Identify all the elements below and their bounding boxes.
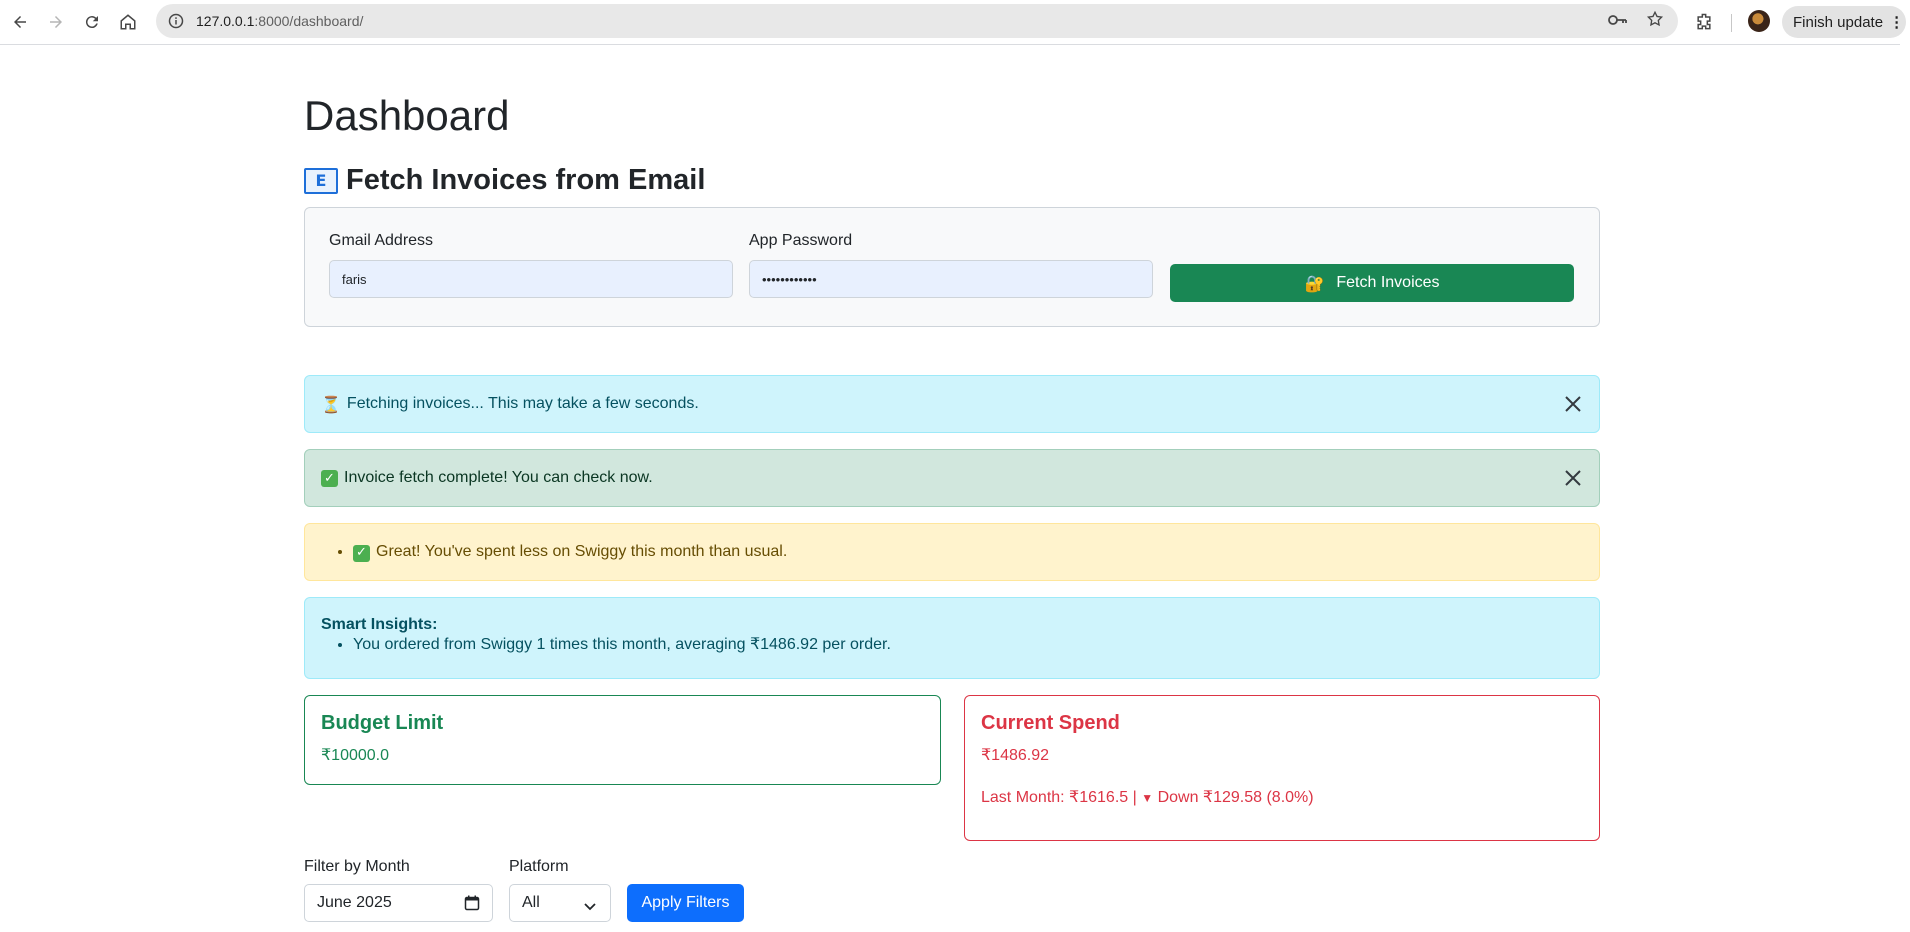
insights-list: You ordered from Swiggy 1 times this mon… bbox=[321, 634, 1583, 656]
back-button[interactable] bbox=[2, 4, 38, 40]
spending-tip-alert: ✓ Great! You've spent less on Swiggy this… bbox=[304, 523, 1600, 581]
platform-value: All bbox=[522, 894, 540, 911]
site-info-icon[interactable] bbox=[166, 11, 186, 31]
month-input[interactable]: June 2025 bbox=[304, 884, 493, 922]
fetching-alert-text: Fetching invoices... This may take a few… bbox=[346, 395, 699, 412]
address-bar[interactable]: 127.0.0.1:8000/dashboard/ bbox=[156, 4, 1678, 38]
platform-select[interactable]: All bbox=[509, 884, 611, 922]
fetch-section-title: E Fetch Invoices from Email bbox=[304, 164, 705, 197]
bookmark-star-icon[interactable] bbox=[1646, 10, 1664, 32]
current-spend-title: Current Spend bbox=[981, 712, 1120, 734]
page-scrollbar[interactable] bbox=[1900, 44, 1910, 932]
platform-filter-label: Platform bbox=[509, 858, 569, 875]
budget-limit-title: Budget Limit bbox=[321, 712, 444, 734]
month-filter-label: Filter by Month bbox=[304, 858, 410, 875]
password-field[interactable] bbox=[749, 260, 1153, 298]
fetch-invoices-button-label: Fetch Invoices bbox=[1336, 274, 1440, 291]
month-value: June 2025 bbox=[317, 894, 392, 911]
finish-update-button[interactable]: Finish update ⋮ bbox=[1782, 6, 1906, 38]
fetch-complete-alert: ✓ Invoice fetch complete! You can check … bbox=[304, 449, 1600, 507]
current-spend-value: ₹1486.92 bbox=[981, 747, 1050, 764]
close-icon[interactable] bbox=[1563, 394, 1583, 414]
password-group: App Password bbox=[749, 232, 1153, 298]
home-icon bbox=[120, 14, 136, 30]
close-icon[interactable] bbox=[1563, 468, 1583, 488]
fetch-invoices-button[interactable]: 🔐 Fetch Invoices bbox=[1170, 264, 1574, 302]
down-triangle-icon: ▼ bbox=[1141, 791, 1154, 805]
email-field[interactable] bbox=[329, 260, 733, 298]
url-host: 127.0.0.1 bbox=[196, 13, 255, 29]
reload-button[interactable] bbox=[74, 4, 110, 40]
spend-comparison: Last Month: ₹1616.5 | ▼ Down ₹129.58 (8.… bbox=[981, 787, 1583, 807]
tip-list: ✓ Great! You've spent less on Swiggy this… bbox=[321, 541, 787, 563]
fetch-section-title-text: Fetch Invoices from Email bbox=[346, 164, 706, 196]
current-spend-card: Current Spend ₹1486.92 Last Month: ₹1616… bbox=[964, 695, 1600, 841]
profile-avatar[interactable] bbox=[1748, 10, 1770, 32]
password-key-icon[interactable] bbox=[1608, 12, 1628, 31]
page-title: Dashboard bbox=[304, 92, 510, 139]
insights-title: Smart Insights: bbox=[321, 616, 438, 633]
toolbar-divider bbox=[1731, 14, 1732, 32]
extensions-icon[interactable] bbox=[1694, 12, 1714, 36]
budget-limit-value: ₹10000.0 bbox=[321, 747, 390, 764]
chevron-down-icon bbox=[584, 898, 596, 916]
url-path: :8000/dashboard/ bbox=[254, 13, 364, 29]
browser-toolbar: 127.0.0.1:8000/dashboard/ Finish update … bbox=[0, 0, 1910, 45]
check-mark-icon: ✓ bbox=[321, 469, 338, 487]
list-item: You ordered from Swiggy 1 times this mon… bbox=[353, 634, 1583, 656]
email-group: Gmail Address bbox=[329, 232, 733, 298]
fetch-complete-alert-text: Invoice fetch complete! You can check no… bbox=[344, 469, 653, 486]
apply-filters-button[interactable]: Apply Filters bbox=[627, 884, 744, 922]
last-month-text: Last Month: ₹1616.5 | bbox=[981, 789, 1137, 806]
home-button[interactable] bbox=[110, 4, 146, 40]
password-label: App Password bbox=[749, 232, 853, 249]
tip-text: Great! You've spent less on Swiggy this … bbox=[376, 543, 788, 560]
smart-insights-alert: Smart Insights: You ordered from Swiggy … bbox=[304, 597, 1600, 679]
url-text: 127.0.0.1:8000/dashboard/ bbox=[196, 13, 363, 29]
fetching-alert: ⏳ Fetching invoices... This may take a f… bbox=[304, 375, 1600, 433]
list-item: ✓ Great! You've spent less on Swiggy this… bbox=[353, 541, 787, 563]
arrow-left-icon bbox=[14, 16, 26, 28]
email-label: Gmail Address bbox=[329, 232, 434, 249]
arrow-right-icon bbox=[50, 16, 62, 28]
hourglass-icon: ⏳ bbox=[321, 394, 341, 414]
finish-update-label: Finish update bbox=[1793, 13, 1884, 31]
calendar-icon[interactable] bbox=[464, 895, 480, 916]
email-icon: E bbox=[304, 167, 338, 194]
spend-change-text: Down ₹129.58 (8.0%) bbox=[1157, 789, 1314, 806]
budget-limit-card: Budget Limit ₹10000.0 bbox=[304, 695, 941, 785]
fetch-invoices-form: Gmail Address App Password 🔐 Fetch Invoi… bbox=[304, 207, 1600, 327]
check-mark-icon: ✓ bbox=[353, 544, 370, 562]
forward-button[interactable] bbox=[38, 4, 74, 40]
more-menu-icon[interactable]: ⋮ bbox=[1889, 13, 1904, 31]
lock-key-icon: 🔐 bbox=[1304, 273, 1325, 293]
reload-icon bbox=[85, 16, 98, 29]
